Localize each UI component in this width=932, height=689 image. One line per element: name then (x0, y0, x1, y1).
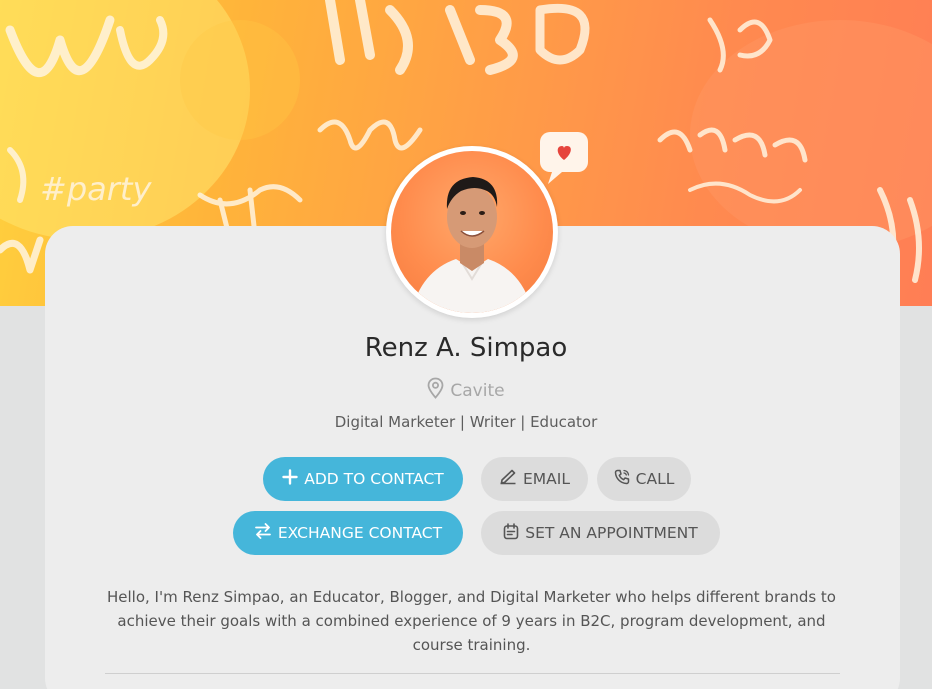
set-appointment-label: SET AN APPOINTMENT (525, 524, 698, 542)
profile-name: Renz A. Simpao (364, 333, 568, 363)
plus-icon (282, 469, 298, 489)
location-row: Cavite (0, 377, 932, 404)
bio-text: Hello, I'm Renz Simpao, an Educator, Blo… (106, 588, 836, 654)
map-pin-icon (427, 377, 444, 404)
svg-text:#party: #party (40, 170, 152, 208)
exchange-contact-label: EXCHANGE CONTACT (277, 524, 443, 542)
add-to-contact-button[interactable]: ADD TO CONTACT (263, 457, 463, 501)
calendar-icon (503, 522, 519, 544)
swap-arrows-icon (254, 523, 272, 543)
call-label: CALL (635, 470, 675, 488)
send-icon (499, 469, 517, 489)
set-appointment-button[interactable]: SET AN APPOINTMENT (481, 511, 720, 555)
add-to-contact-label: ADD TO CONTACT (304, 470, 444, 488)
divider (105, 673, 840, 674)
email-label: EMAIL (523, 470, 570, 488)
location-text: Cavite (450, 380, 505, 401)
call-button[interactable]: CALL (597, 457, 691, 501)
avatar (386, 146, 558, 318)
phone-icon (614, 469, 630, 489)
email-button[interactable]: EMAIL (481, 457, 588, 501)
tagline: Digital Marketer | Writer | Educator (334, 413, 598, 431)
profile-photo (391, 151, 553, 313)
exchange-contact-button[interactable]: EXCHANGE CONTACT (233, 511, 463, 555)
